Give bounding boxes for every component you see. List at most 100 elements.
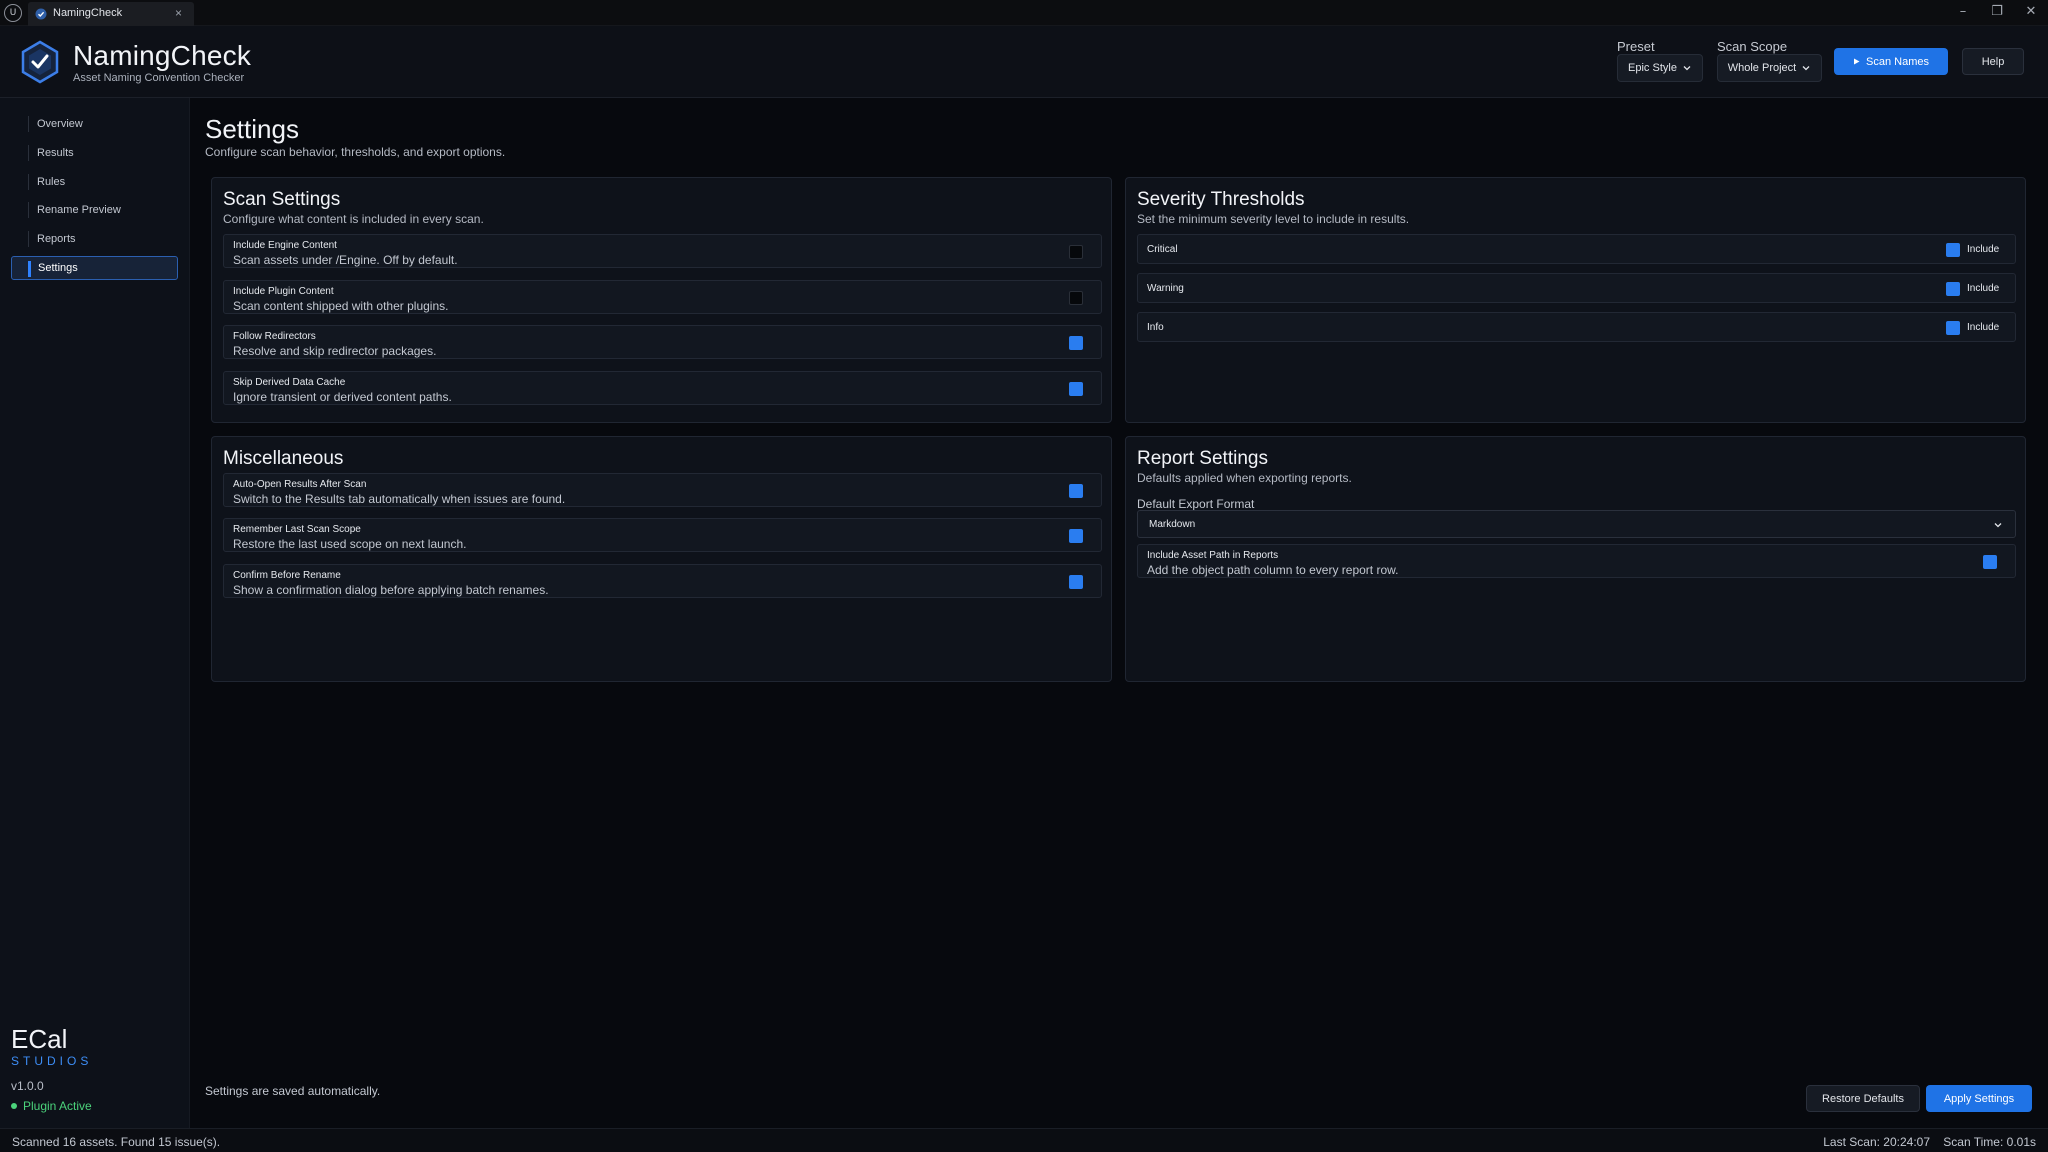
setting-label: Follow Redirectors xyxy=(233,331,316,342)
critical-include-checkbox[interactable] xyxy=(1946,243,1960,257)
window-title-bar: U NamingCheck × – ❐ ✕ xyxy=(0,0,2048,26)
sidebar xyxy=(0,98,190,1128)
skip-derived-data-cache-checkbox[interactable] xyxy=(1069,382,1083,396)
preset-label: Preset xyxy=(1617,39,1655,54)
panel-title: Scan Settings xyxy=(223,189,341,210)
autosave-note: Settings are saved automatically. xyxy=(205,1084,381,1098)
scan-summary: Scanned 16 assets. Found 15 issue(s). xyxy=(12,1135,221,1149)
severity-thresholds-panel: Severity Thresholds Set the minimum seve… xyxy=(1125,177,2026,423)
severity-label: Critical xyxy=(1147,244,1178,255)
scan-settings-panel: Scan Settings Configure what content is … xyxy=(211,177,1112,423)
include-asset-path-checkbox[interactable] xyxy=(1983,555,1997,569)
plugin-status-label: Plugin Active xyxy=(23,1099,92,1113)
setting-row-confirm-before-rename: Confirm Before Rename Show a confirmatio… xyxy=(223,564,1102,598)
app-subtitle: Asset Naming Convention Checker xyxy=(73,72,245,84)
setting-description: Add the object path column to every repo… xyxy=(1147,563,1399,577)
engine-logo-icon[interactable]: U xyxy=(4,4,22,22)
report-settings-panel: Report Settings Defaults applied when ex… xyxy=(1125,436,2026,682)
panel-title: Miscellaneous xyxy=(223,448,344,469)
sidebar-item-reports[interactable]: Reports xyxy=(11,227,178,251)
sidebar-item-label: Settings xyxy=(38,262,78,274)
preset-value: Epic Style xyxy=(1628,62,1677,74)
include-label: Include xyxy=(1967,244,2000,255)
page-subtitle: Configure scan behavior, thresholds, and… xyxy=(205,145,506,159)
setting-description: Scan content shipped with other plugins. xyxy=(233,299,449,313)
setting-description: Scan assets under /Engine. Off by defaul… xyxy=(233,253,458,267)
document-tab[interactable]: NamingCheck × xyxy=(28,2,194,26)
brand-subtitle: STUDIOS xyxy=(11,1054,93,1068)
setting-row-auto-open-results: Auto-Open Results After Scan Switch to t… xyxy=(223,473,1102,507)
panel-title: Severity Thresholds xyxy=(1137,189,1305,210)
warning-include-checkbox[interactable] xyxy=(1946,282,1960,296)
setting-description: Switch to the Results tab automatically … xyxy=(233,492,566,506)
confirm-before-rename-checkbox[interactable] xyxy=(1069,575,1083,589)
miscellaneous-panel: Miscellaneous Auto-Open Results After Sc… xyxy=(211,436,1112,682)
chevron-down-icon xyxy=(1994,523,2002,528)
panel-title: Report Settings xyxy=(1137,448,1268,469)
include-plugin-content-checkbox[interactable] xyxy=(1069,291,1083,305)
apply-settings-button[interactable]: Apply Settings xyxy=(1926,1085,2032,1112)
panel-subtitle: Configure what content is included in ev… xyxy=(223,212,484,226)
info-include-checkbox[interactable] xyxy=(1946,321,1960,335)
sidebar-item-label: Overview xyxy=(37,118,83,130)
remember-last-scan-scope-checkbox[interactable] xyxy=(1069,529,1083,543)
auto-open-results-checkbox[interactable] xyxy=(1069,484,1083,498)
severity-row-warning: Warning Include xyxy=(1137,273,2016,303)
setting-row-include-asset-path: Include Asset Path in Reports Add the ob… xyxy=(1137,544,2016,578)
page-title: Settings xyxy=(205,114,299,144)
sidebar-item-label: Rules xyxy=(37,176,66,188)
help-button[interactable]: Help xyxy=(1962,48,2024,75)
scan-names-button[interactable]: Scan Names xyxy=(1834,48,1948,75)
setting-row-remember-last-scan-scope: Remember Last Scan Scope Restore the las… xyxy=(223,518,1102,552)
setting-row-skip-derived-data-cache: Skip Derived Data Cache Ignore transient… xyxy=(223,371,1102,405)
minimize-window-button[interactable]: – xyxy=(1946,1,1980,23)
restore-window-button[interactable]: ❐ xyxy=(1980,1,2014,23)
chevron-down-icon xyxy=(1802,66,1810,71)
panel-subtitle: Defaults applied when exporting reports. xyxy=(1137,471,1352,485)
default-export-format-dropdown[interactable]: Markdown xyxy=(1137,510,2016,538)
scan-scope-dropdown[interactable]: Whole Project xyxy=(1717,54,1822,82)
status-dot-icon xyxy=(11,1103,17,1109)
sidebar-item-rules[interactable]: Rules xyxy=(11,170,178,194)
app-title: NamingCheck xyxy=(73,40,252,71)
setting-description: Ignore transient or derived content path… xyxy=(233,390,452,404)
setting-description: Restore the last used scope on next laun… xyxy=(233,537,467,551)
sidebar-item-label: Results xyxy=(37,147,74,159)
default-export-format-label: Default Export Format xyxy=(1137,497,1255,511)
include-label: Include xyxy=(1967,283,2000,294)
close-window-button[interactable]: ✕ xyxy=(2014,1,2048,23)
brand-name: ECal xyxy=(11,1024,68,1054)
scan-names-label: Scan Names xyxy=(1866,55,1929,68)
plugin-status: Plugin Active xyxy=(11,1099,92,1113)
sidebar-item-label: Rename Preview xyxy=(37,204,121,216)
scan-scope-value: Whole Project xyxy=(1727,62,1797,74)
version-label: v1.0.0 xyxy=(11,1079,44,1093)
setting-label: Confirm Before Rename xyxy=(233,570,341,581)
scan-duration: Scan Time: 0.01s xyxy=(1943,1135,2036,1149)
follow-redirectors-checkbox[interactable] xyxy=(1069,336,1083,350)
app-header: NamingCheck Asset Naming Convention Chec… xyxy=(0,26,2048,98)
setting-label: Include Asset Path in Reports xyxy=(1147,550,1279,561)
setting-label: Include Plugin Content xyxy=(233,286,334,297)
scan-scope-label: Scan Scope xyxy=(1717,39,1788,54)
last-scan-time: Last Scan: 20:24:07 xyxy=(1823,1135,1930,1149)
setting-description: Resolve and skip redirector packages. xyxy=(233,344,437,358)
preset-dropdown[interactable]: Epic Style xyxy=(1617,54,1703,82)
default-export-format-value: Markdown xyxy=(1149,519,1196,530)
sidebar-item-overview[interactable]: Overview xyxy=(11,112,178,136)
setting-row-follow-redirectors: Follow Redirectors Resolve and skip redi… xyxy=(223,325,1102,359)
severity-row-critical: Critical Include xyxy=(1137,234,2016,264)
restore-defaults-button[interactable]: Restore Defaults xyxy=(1806,1085,1920,1112)
setting-label: Auto-Open Results After Scan xyxy=(233,479,367,490)
setting-label: Include Engine Content xyxy=(233,240,337,251)
sidebar-item-settings[interactable]: Settings xyxy=(11,256,178,280)
close-tab-icon[interactable]: × xyxy=(175,6,182,20)
setting-description: Show a confirmation dialog before applyi… xyxy=(233,583,549,597)
document-tab-label: NamingCheck xyxy=(53,7,123,19)
severity-label: Info xyxy=(1147,322,1164,333)
sidebar-item-rename-preview[interactable]: Rename Preview xyxy=(11,198,178,222)
play-icon xyxy=(1854,58,1860,65)
include-engine-content-checkbox[interactable] xyxy=(1069,245,1083,259)
setting-row-include-plugin-content: Include Plugin Content Scan content ship… xyxy=(223,280,1102,314)
sidebar-item-results[interactable]: Results xyxy=(11,141,178,165)
